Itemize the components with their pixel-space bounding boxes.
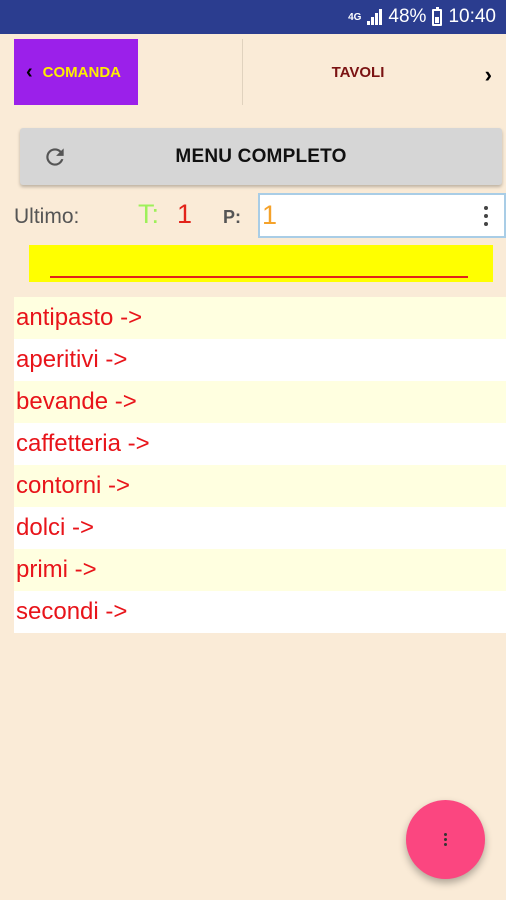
tab-bar: ‹ COMANDA TAVOLI ›	[0, 34, 506, 110]
list-item[interactable]: contorni ->	[14, 465, 506, 507]
clock: 10:40	[448, 6, 496, 27]
category-label: primi ->	[16, 556, 97, 583]
list-item[interactable]: dolci ->	[14, 507, 506, 549]
category-label: dolci ->	[16, 514, 95, 541]
list-item[interactable]: primi ->	[14, 549, 506, 591]
more-vert-icon[interactable]	[484, 206, 488, 230]
list-item[interactable]: caffetteria ->	[14, 423, 506, 465]
refresh-icon	[46, 148, 64, 166]
table-value: 1	[177, 199, 193, 229]
menu-completo-button[interactable]: MENU COMPLETO	[20, 128, 502, 185]
list-item[interactable]: secondi ->	[14, 591, 506, 633]
underline-divider	[50, 276, 468, 278]
category-label: antipasto ->	[16, 304, 143, 331]
ultimo-label: Ultimo:	[14, 205, 80, 228]
category-label: aperitivi ->	[16, 346, 128, 373]
list-item[interactable]: antipasto ->	[14, 297, 506, 339]
order-summary-bar	[29, 245, 493, 282]
signal-icon	[367, 9, 383, 25]
list-item[interactable]: bevande ->	[14, 381, 506, 423]
status-bar-right: 4G 48% 10:40	[348, 0, 496, 34]
persons-input-value: 1	[262, 200, 278, 230]
chevron-left-icon: ‹	[26, 60, 33, 83]
persons-label: P:	[223, 207, 241, 227]
network-type-icon: 4G	[348, 11, 362, 23]
tab-comanda-label: COMANDA	[42, 63, 121, 81]
list-item[interactable]: aperitivi ->	[14, 339, 506, 381]
status-bar: 4G 48% 10:40	[0, 0, 506, 34]
menu-completo-label: MENU COMPLETO	[175, 145, 347, 167]
tab-tavoli[interactable]: TAVOLI	[243, 39, 473, 105]
category-list: antipasto -> aperitivi -> bevande -> caf…	[14, 297, 506, 633]
persons-input[interactable]: 1	[258, 193, 506, 238]
tab-comanda[interactable]: ‹ COMANDA	[14, 39, 138, 105]
fab-more-button[interactable]	[406, 800, 485, 879]
category-label: secondi ->	[16, 598, 128, 625]
category-label: caffetteria ->	[16, 430, 150, 457]
chevron-right-icon[interactable]: ›	[485, 62, 492, 88]
battery-percent: 48%	[388, 6, 427, 27]
table-label: T:	[138, 199, 160, 229]
category-label: contorni ->	[16, 472, 131, 499]
category-label: bevande ->	[16, 388, 137, 415]
info-row: Ultimo: T: 1 P: 1	[0, 193, 506, 239]
battery-icon	[432, 6, 443, 26]
tab-tavoli-label: TAVOLI	[331, 63, 385, 81]
